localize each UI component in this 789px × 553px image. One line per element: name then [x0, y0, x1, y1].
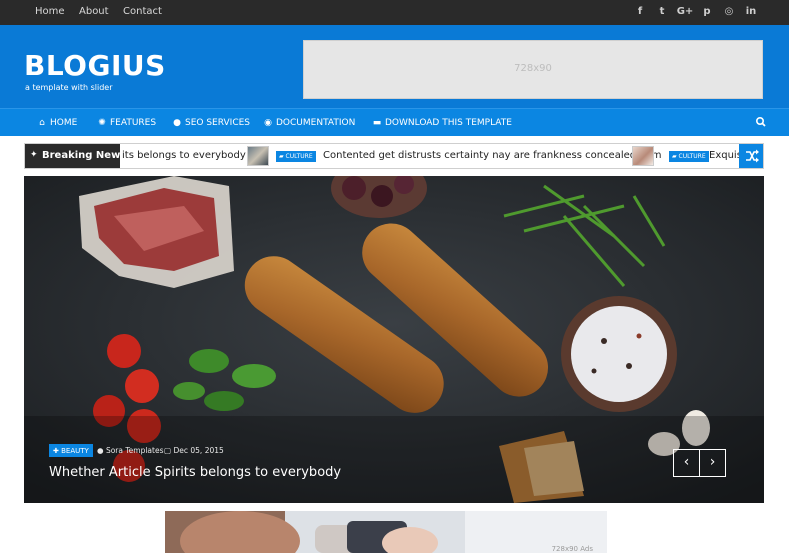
featured-slider[interactable]: ✚ BEAUTY ● Sora Templates ▢ Dec 05, 2015… — [24, 176, 764, 503]
nav-item-seo-services[interactable]: ● SEO SERVICES — [172, 118, 250, 128]
gear-icon: ✺ — [98, 118, 106, 128]
user-icon: ● — [173, 118, 181, 128]
bottom-ad-label: 728x90 Ads — [551, 545, 593, 553]
category-label: CULTURE — [678, 153, 706, 160]
category-label: CULTURE — [285, 153, 313, 160]
slide-category-badge[interactable]: ✚ BEAUTY — [49, 444, 93, 457]
chevron-left-icon: ‹ — [683, 454, 690, 470]
slide-date: ▢ Dec 05, 2015 — [164, 446, 224, 455]
nav-item-label: HOME — [50, 118, 78, 128]
ticker-item[interactable]: its belongs to everybody — [122, 150, 246, 161]
main-nav: ⌂ HOME ✺ FEATURES ● SEO SERVICES ◉ DOCUMENTA… — [0, 108, 789, 136]
ticker-thumbnail[interactable] — [247, 146, 269, 166]
nav-item-label: DOWNLOAD THIS TEMPLATE — [385, 118, 512, 128]
nav-item-documentation[interactable]: ◉ DOCUMENTATION — [263, 118, 355, 128]
ticker-item[interactable]: Contented get distrusts certainty nay ar… — [323, 150, 662, 161]
top-link-about[interactable]: About — [79, 6, 109, 17]
slide-date-value: Dec 05, 2015 — [173, 446, 224, 455]
category-badge[interactable]: ▰ CULTURE — [276, 151, 316, 162]
category-badge[interactable]: ▰ CULTURE — [669, 151, 709, 162]
site-logo[interactable]: BLOGIUS — [24, 49, 166, 82]
search-icon[interactable] — [755, 115, 767, 129]
google-plus-icon[interactable]: G+ — [676, 6, 694, 17]
ticker-item[interactable]: Exquis — [709, 150, 742, 161]
slide-title[interactable]: Whether Article Spirits belongs to every… — [49, 465, 341, 480]
slide-category-label: BEAUTY — [61, 447, 89, 455]
top-link-contact[interactable]: Contact — [123, 6, 162, 17]
header-ad-banner[interactable]: 728x90 — [303, 40, 763, 99]
nav-item-features[interactable]: ✺ FEATURES — [97, 118, 156, 128]
nav-item-download-template[interactable]: ▬ DOWNLOAD THIS TEMPLATE — [372, 118, 512, 128]
pin-icon: ✦ — [30, 150, 38, 160]
slide-author-name: Sora Templates — [105, 446, 164, 455]
shuffle-button[interactable] — [739, 144, 763, 168]
ad-image — [165, 511, 607, 553]
nav-item-home[interactable]: ⌂ HOME — [37, 118, 77, 128]
breaking-news-ticker: ✦ Breaking News its belongs to everybody… — [24, 143, 764, 169]
breaking-news-label: ✦ Breaking News — [25, 144, 126, 168]
facebook-icon[interactable]: f — [633, 6, 647, 17]
top-link-home[interactable]: Home — [35, 6, 65, 17]
slide-author[interactable]: ● Sora Templates — [97, 446, 163, 455]
top-bar: Home About Contact f t G+ p ◎ in — [0, 0, 789, 25]
site-tagline: a template with slider — [25, 83, 113, 92]
linkedin-icon[interactable]: in — [744, 6, 758, 17]
instagram-icon[interactable]: ◎ — [722, 6, 736, 17]
breaking-news-title: Breaking News — [42, 150, 127, 161]
shuffle-icon — [746, 149, 759, 163]
slider-next-button[interactable]: › — [699, 449, 726, 477]
home-icon: ⌂ — [39, 118, 45, 128]
twitter-icon[interactable]: t — [655, 6, 669, 17]
chevron-right-icon: › — [709, 454, 716, 470]
ticker-thumbnail[interactable] — [632, 146, 654, 166]
download-icon: ▬ — [372, 118, 382, 128]
nav-item-label: FEATURES — [110, 118, 157, 128]
nav-item-label: SEO SERVICES — [185, 118, 250, 128]
site-header: BLOGIUS a template with slider 728x90 — [0, 25, 789, 108]
beauty-icon: ✚ — [53, 447, 62, 455]
nav-item-label: DOCUMENTATION — [276, 118, 356, 128]
pinterest-icon[interactable]: p — [700, 6, 714, 17]
lifebuoy-icon: ◉ — [264, 118, 272, 128]
header-ad-label: 728x90 — [514, 63, 552, 74]
slider-prev-button[interactable]: ‹ — [673, 449, 700, 477]
content-ad-banner[interactable]: 728x90 Ads — [165, 511, 607, 553]
user-icon: ● — [97, 446, 106, 455]
